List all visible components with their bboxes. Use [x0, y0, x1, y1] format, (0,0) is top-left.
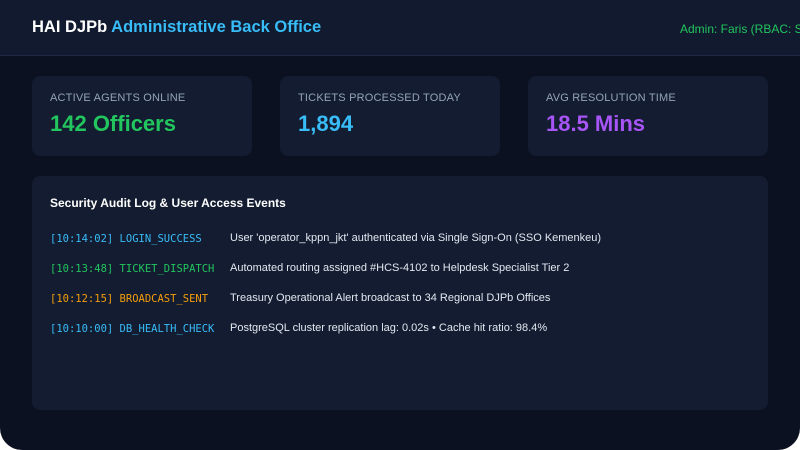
log-message: Automated routing assigned #HCS-4102 to … — [230, 262, 570, 274]
stat-label: AVG RESOLUTION TIME — [546, 92, 676, 104]
log-entry: [10:10:00] DB_HEALTH_CHECK PostgreSQL cl… — [50, 322, 750, 352]
stat-label: ACTIVE AGENTS ONLINE — [50, 92, 186, 104]
audit-log-panel: Security Audit Log & User Access Events … — [32, 176, 768, 410]
stat-value: 142 Officers — [50, 111, 176, 136]
brand-name: HAI DJPb — [32, 18, 108, 36]
app-window: HAI DJPb Administrative Back Office Admi… — [0, 0, 800, 450]
log-time: [10:13:48] — [50, 263, 114, 275]
log-time: [10:14:02] — [50, 233, 114, 245]
brand-subtitle: Administrative Back Office — [111, 18, 322, 36]
stat-value: 1,894 — [298, 111, 354, 136]
log-time: [10:10:00] — [50, 323, 114, 335]
log-entry: [10:12:15] BROADCAST_SENT Treasury Opera… — [50, 292, 750, 322]
log-event: TICKET_DISPATCH — [119, 263, 215, 275]
audit-log-title: Security Audit Log & User Access Events — [50, 196, 286, 210]
log-event: BROADCAST_SENT — [119, 293, 209, 305]
log-message: User 'operator_kppn_jkt' authenticated v… — [230, 232, 602, 244]
log-event: DB_HEALTH_CHECK — [119, 323, 215, 335]
log-timestamp-event: [10:13:48] TICKET_DISPATCH — [50, 262, 230, 275]
log-timestamp-event: [10:14:02] LOGIN_SUCCESS — [50, 232, 230, 245]
log-entry: [10:13:48] TICKET_DISPATCH Automated rou… — [50, 262, 750, 292]
log-timestamp-event: [10:10:00] DB_HEALTH_CHECK — [50, 322, 230, 335]
log-message: PostgreSQL cluster replication lag: 0.02… — [230, 322, 548, 334]
stat-value: 18.5 Mins — [546, 111, 646, 136]
stat-card-tickets-processed: TICKETS PROCESSED TODAY 1,894 — [280, 76, 500, 156]
stat-card-active-agents: ACTIVE AGENTS ONLINE 142 Officers — [32, 76, 252, 156]
log-time: [10:12:15] — [50, 293, 114, 305]
stat-card-avg-resolution: AVG RESOLUTION TIME 18.5 Mins — [528, 76, 768, 156]
admin-user-label: Admin: Faris (RBAC: S — [680, 22, 800, 36]
log-message: Treasury Operational Alert broadcast to … — [230, 292, 551, 304]
log-timestamp-event: [10:12:15] BROADCAST_SENT — [50, 292, 230, 305]
top-header-bar: HAI DJPb Administrative Back Office Admi… — [0, 0, 800, 56]
log-entry: [10:14:02] LOGIN_SUCCESS User 'operator_… — [50, 232, 750, 262]
audit-log-list: [10:14:02] LOGIN_SUCCESS User 'operator_… — [50, 232, 750, 352]
log-event: LOGIN_SUCCESS — [119, 233, 202, 245]
app-title: HAI DJPb Administrative Back Office — [32, 18, 321, 37]
stat-label: TICKETS PROCESSED TODAY — [298, 92, 461, 104]
